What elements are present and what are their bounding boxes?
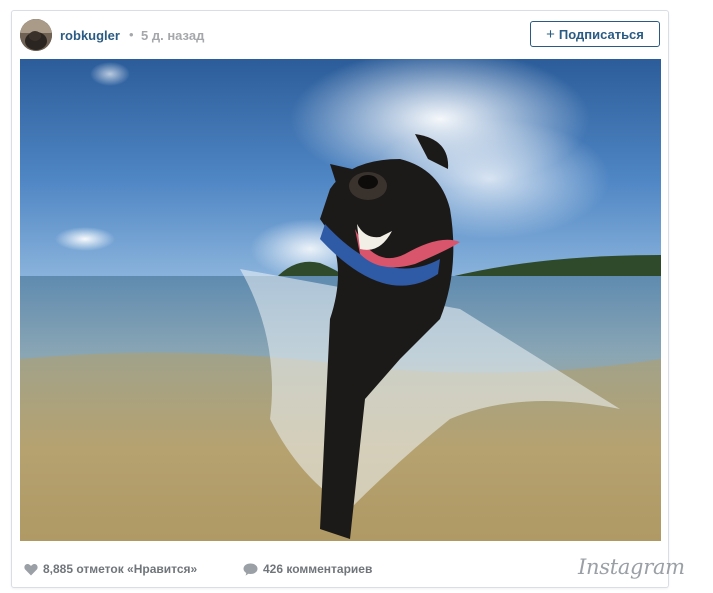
dog-photo-image — [20, 59, 661, 541]
heart-icon — [24, 563, 38, 575]
avatar[interactable] — [20, 19, 52, 51]
post-footer: 8,885 отметок «Нравится» 426 комментарие… — [12, 541, 685, 589]
instagram-embed-card: robkugler • 5 д. назад + Подписаться 8,8… — [11, 10, 685, 589]
post-photo[interactable] — [20, 59, 661, 541]
comments-count: 426 комментариев — [263, 562, 373, 576]
plus-icon: + — [546, 25, 555, 43]
instagram-logo[interactable]: Instagram — [578, 555, 685, 579]
post-timestamp[interactable]: 5 д. назад — [141, 28, 204, 43]
separator-dot: • — [129, 27, 134, 42]
follow-button-label: Подписаться — [558, 26, 644, 42]
follow-button[interactable]: + Подписаться — [530, 21, 660, 47]
post-header: robkugler • 5 д. назад + Подписаться — [12, 11, 668, 59]
like-counter[interactable]: 8,885 отметок «Нравится» — [24, 562, 197, 576]
username-link[interactable]: robkugler — [60, 28, 120, 43]
likes-count: 8,885 отметок «Нравится» — [43, 562, 198, 576]
speech-bubble-icon — [243, 563, 258, 576]
avatar-image — [20, 19, 52, 51]
comment-counter[interactable]: 426 комментариев — [243, 562, 372, 576]
